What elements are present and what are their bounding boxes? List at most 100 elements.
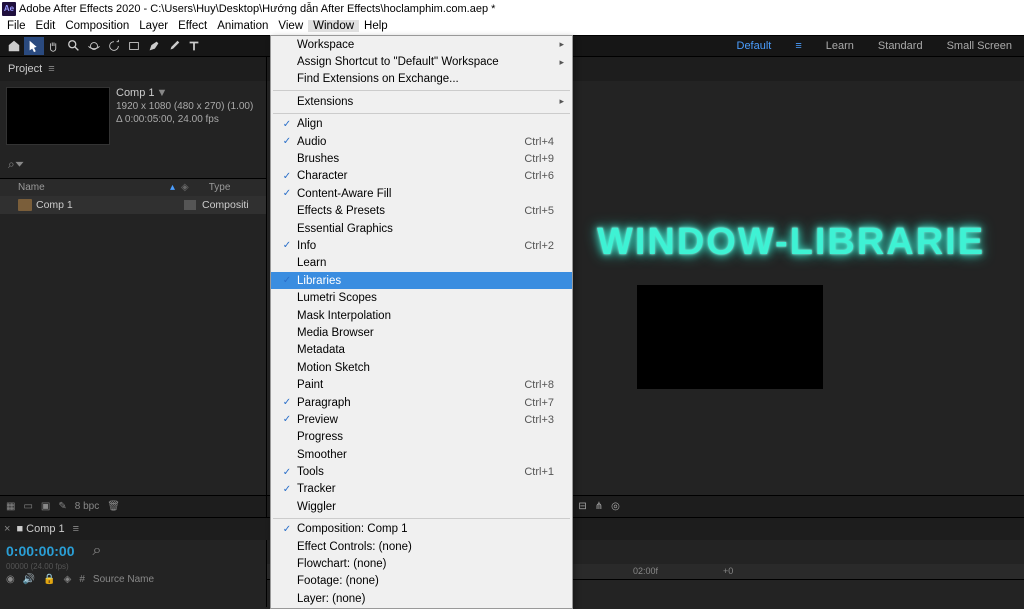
menu-item-tracker[interactable]: ✓Tracker — [271, 481, 572, 498]
comp-new-icon[interactable]: ▣ — [41, 501, 50, 512]
panel-menu-icon[interactable]: ≡ — [73, 523, 79, 535]
project-tab[interactable]: Project≡ — [0, 57, 266, 81]
workspace-learn[interactable]: Learn — [826, 40, 854, 52]
workspace-menu-icon[interactable]: ≡ — [795, 40, 801, 52]
menu-item-layer-none-[interactable]: Layer: (none) — [271, 590, 572, 607]
menu-edit[interactable]: Edit — [31, 20, 61, 32]
menu-view[interactable]: View — [273, 20, 308, 32]
menu-item-label: Progress — [295, 431, 554, 443]
view-opt5-icon[interactable]: ◎ — [611, 501, 620, 512]
check-icon: ✓ — [279, 119, 295, 130]
label-icon[interactable]: ◈ — [181, 182, 189, 193]
menu-separator — [273, 518, 570, 519]
menu-item-metadata[interactable]: Metadata — [271, 342, 572, 359]
shortcut-label: Ctrl+1 — [524, 466, 554, 478]
sort-icon[interactable]: ▴ — [170, 182, 175, 193]
menu-item-media-browser[interactable]: Media Browser — [271, 324, 572, 341]
shortcut-label: Ctrl+6 — [524, 170, 554, 182]
lock-icon[interactable]: 🔒 — [43, 574, 55, 585]
menu-item-effect-controls-none-[interactable]: Effect Controls: (none) — [271, 538, 572, 555]
adjust-icon[interactable]: ✎ — [58, 501, 66, 512]
menu-item-paragraph[interactable]: ✓ParagraphCtrl+7 — [271, 394, 572, 411]
workspace-default[interactable]: Default — [737, 40, 772, 52]
menu-item-content-aware-fill[interactable]: ✓Content-Aware Fill — [271, 185, 572, 202]
menu-item-motion-sketch[interactable]: Motion Sketch — [271, 359, 572, 376]
comp-resolution: 1920 x 1080 (480 x 270) (1.00) — [116, 101, 253, 112]
rotate-tool[interactable] — [104, 37, 124, 55]
shortcut-label: Ctrl+3 — [524, 414, 554, 426]
menu-item-paint[interactable]: PaintCtrl+8 — [271, 376, 572, 393]
check-icon: ✓ — [279, 136, 295, 147]
workspace-standard[interactable]: Standard — [878, 40, 923, 52]
menu-item-smoother[interactable]: Smoother — [271, 446, 572, 463]
project-footer: ▦ ▭ ▣ ✎ 8 bpc 🗑 — [0, 495, 266, 517]
menu-item-label: Tracker — [295, 483, 554, 495]
menu-item-extensions[interactable]: Extensions — [271, 93, 572, 110]
label-col-icon[interactable]: ◈ — [64, 574, 72, 585]
menu-item-flowchart-none-[interactable]: Flowchart: (none) — [271, 555, 572, 572]
bpc-label[interactable]: 8 bpc — [75, 501, 99, 512]
source-name-header[interactable]: Source Name — [93, 574, 154, 585]
menu-item-preview[interactable]: ✓PreviewCtrl+3 — [271, 411, 572, 428]
check-icon: ✓ — [279, 467, 295, 478]
workspace-small-screen[interactable]: Small Screen — [947, 40, 1012, 52]
menu-item-brushes[interactable]: BrushesCtrl+9 — [271, 150, 572, 167]
folder-icon[interactable]: ▭ — [23, 501, 32, 512]
chevron-down-icon[interactable]: ▼ — [157, 87, 168, 99]
menu-effect[interactable]: Effect — [173, 20, 212, 32]
menu-item-tools[interactable]: ✓ToolsCtrl+1 — [271, 463, 572, 480]
menu-layer[interactable]: Layer — [134, 20, 173, 32]
interpret-icon[interactable]: ▦ — [6, 501, 15, 512]
menu-item-learn[interactable]: Learn — [271, 255, 572, 272]
project-item[interactable]: Comp 1 Compositi — [0, 196, 266, 214]
menu-item-info[interactable]: ✓InfoCtrl+2 — [271, 237, 572, 254]
menu-item-align[interactable]: ✓Align — [271, 116, 572, 133]
menu-help[interactable]: Help — [359, 20, 393, 32]
menu-item-footage-none-[interactable]: Footage: (none) — [271, 573, 572, 590]
rect-tool[interactable] — [124, 37, 144, 55]
menu-item-wiggler[interactable]: Wiggler — [271, 498, 572, 515]
menu-item-label: Info — [295, 240, 524, 252]
pen-tool[interactable] — [144, 37, 164, 55]
menu-window[interactable]: Window — [308, 20, 359, 32]
speaker-icon[interactable]: 🔊 — [23, 574, 35, 585]
brush-tool[interactable] — [164, 37, 184, 55]
menu-item-essential-graphics[interactable]: Essential Graphics — [271, 220, 572, 237]
eye-icon[interactable]: ◉ — [6, 574, 15, 585]
tl-search-icon[interactable]: ⌕ — [93, 542, 102, 560]
menu-item-label: Workspace — [295, 39, 554, 51]
menu-item-libraries[interactable]: ✓Libraries — [271, 272, 572, 289]
zoom-tool[interactable] — [64, 37, 84, 55]
search-icon[interactable]: ⌕⏷ — [8, 157, 24, 172]
menu-item-label: Libraries — [295, 275, 554, 287]
type-tool[interactable] — [184, 37, 204, 55]
menu-item-composition-comp-1[interactable]: ✓Composition: Comp 1 — [271, 521, 572, 538]
panel-menu-icon[interactable]: ≡ — [48, 63, 54, 75]
menu-item-audio[interactable]: ✓AudioCtrl+4 — [271, 133, 572, 150]
window-menu-dropdown: Workspace Assign Shortcut to "Default" Wo… — [270, 35, 573, 609]
menu-file[interactable]: File — [2, 20, 31, 32]
trash-icon[interactable]: 🗑 — [107, 501, 120, 512]
timeline-tab-label[interactable]: ■ Comp 1 — [16, 523, 64, 535]
view-opt4-icon[interactable]: ⋔ — [595, 501, 603, 512]
menu-item-effects-presets[interactable]: Effects & PresetsCtrl+5 — [271, 203, 572, 220]
menu-animation[interactable]: Animation — [212, 20, 273, 32]
menu-item-label: Lumetri Scopes — [295, 292, 554, 304]
selection-tool[interactable] — [24, 37, 44, 55]
menu-item-label: Flowchart: (none) — [295, 558, 554, 570]
hand-tool[interactable] — [44, 37, 64, 55]
menu-item-lumetri-scopes[interactable]: Lumetri Scopes — [271, 289, 572, 306]
menu-item-progress[interactable]: Progress — [271, 429, 572, 446]
menu-item-find-extensions-on-exchange-[interactable]: Find Extensions on Exchange... — [271, 71, 572, 88]
menu-composition[interactable]: Composition — [60, 20, 134, 32]
timecode[interactable]: 0:00:00:00 — [6, 543, 75, 559]
close-icon[interactable]: × — [4, 523, 10, 535]
menu-item-mask-interpolation[interactable]: Mask Interpolation — [271, 307, 572, 324]
menu-item-label: Paragraph — [295, 397, 524, 409]
home-icon[interactable] — [4, 37, 24, 55]
menu-item-character[interactable]: ✓CharacterCtrl+6 — [271, 168, 572, 185]
view-opt3-icon[interactable]: ⊟ — [578, 501, 586, 512]
menu-item-assign-shortcut-to-default-workspace[interactable]: Assign Shortcut to "Default" Workspace — [271, 53, 572, 70]
orbit-tool[interactable] — [84, 37, 104, 55]
menu-item-workspace[interactable]: Workspace — [271, 36, 572, 53]
